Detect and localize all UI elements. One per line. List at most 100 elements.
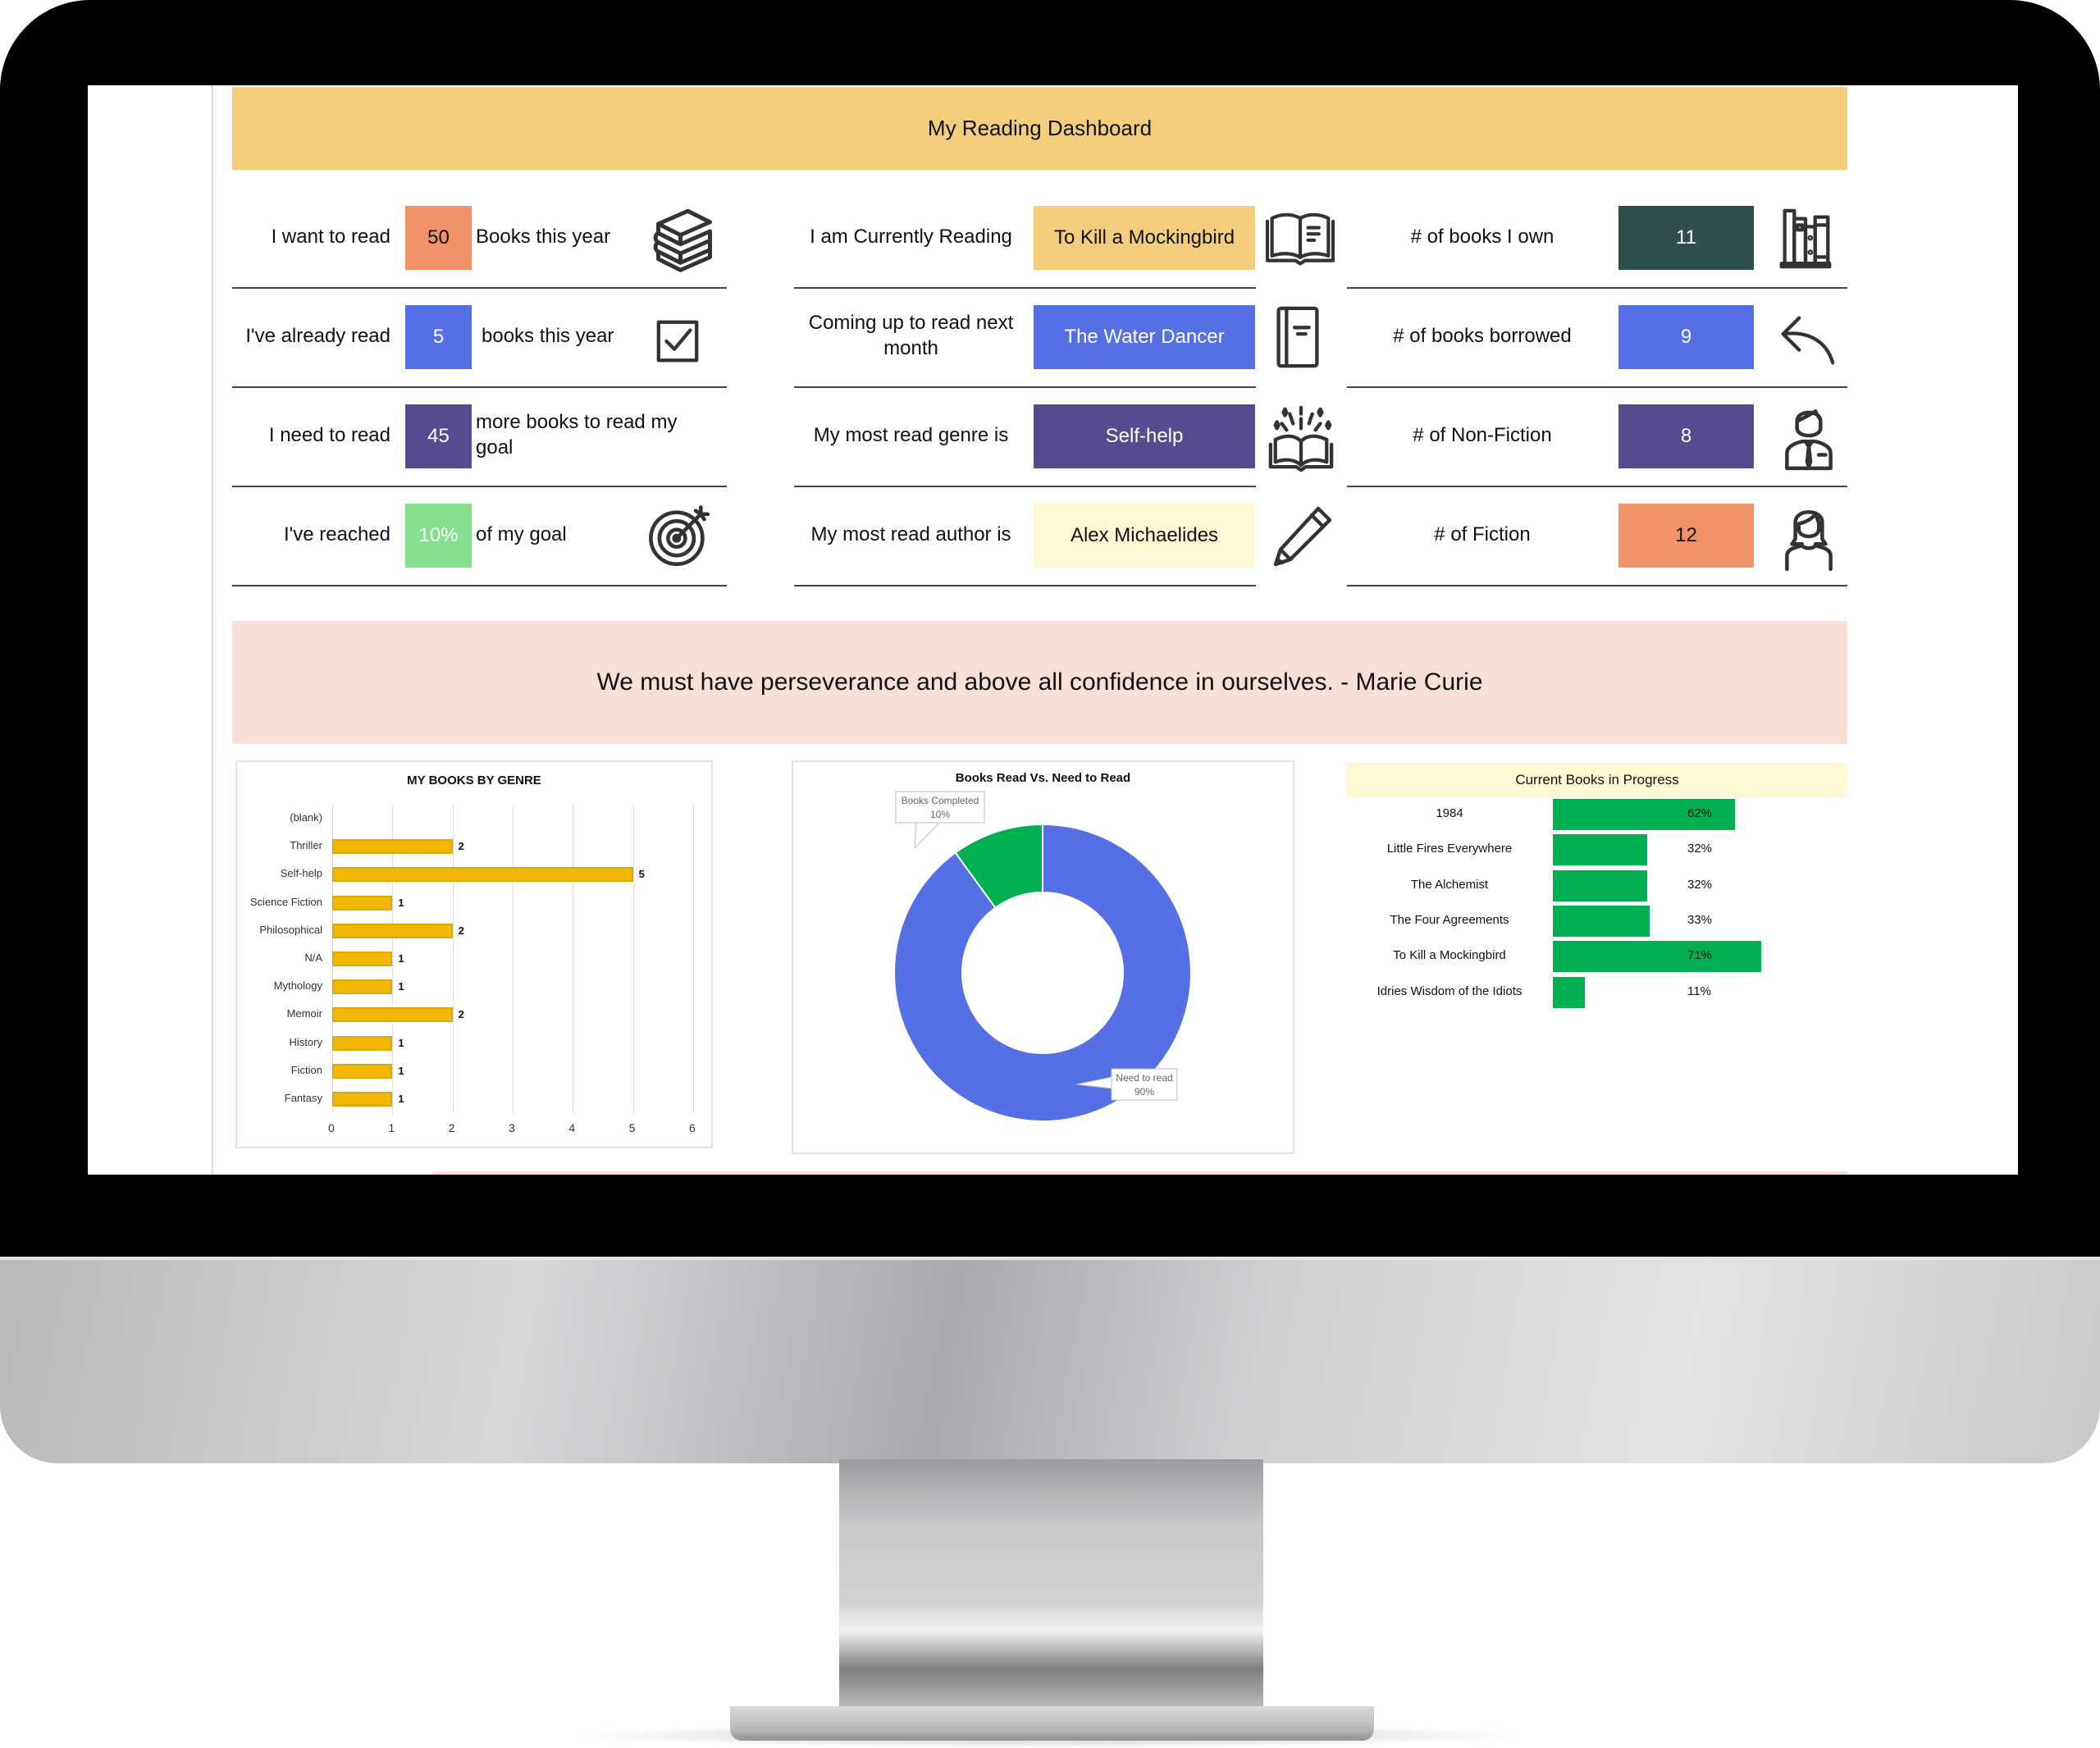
row-divider <box>1347 386 1847 388</box>
quote-text: We must have perseverance and above all … <box>596 669 1483 696</box>
row-divider <box>232 585 727 586</box>
top-author-value[interactable]: Alex Michaelides <box>1034 504 1255 568</box>
books-remaining-number: 45 <box>427 425 450 447</box>
progress-row: To Kill a Mockingbird 71% <box>1347 941 1847 973</box>
bar-value-label: 2 <box>458 840 464 853</box>
progress-row: The Alchemist 32% <box>1347 869 1847 901</box>
category-label: (blank) <box>290 811 322 824</box>
genre-bar[interactable] <box>332 1035 393 1051</box>
quote-banner: We must have perseverance and above all … <box>232 621 1847 744</box>
monitor-base <box>730 1706 1374 1741</box>
reading-label: My most read author is <box>810 523 1011 545</box>
dashboard-title-text: My Reading Dashboard <box>927 116 1153 140</box>
books-owned-value[interactable]: 11 <box>1618 206 1754 270</box>
genre-bar[interactable] <box>332 867 633 883</box>
monitor-chin <box>0 1257 2100 1463</box>
genre-bar[interactable] <box>332 952 393 966</box>
count-label: # of Non-Fiction <box>1413 424 1552 446</box>
bar-value-label: 1 <box>398 1092 404 1105</box>
book-title: To Kill a Mockingbird <box>1393 948 1506 963</box>
row-divider <box>232 287 727 289</box>
genre-bar[interactable] <box>332 923 453 938</box>
next-section-edge <box>432 1171 1847 1175</box>
slice-label: Need to read <box>1116 1072 1172 1084</box>
books-remaining-value[interactable]: 45 <box>405 404 472 468</box>
row-divider <box>1347 287 1847 289</box>
genre-bar[interactable] <box>332 1091 393 1107</box>
genre-bar-chart[interactable]: MY BOOKS BY GENRE 0 1 2 3 4 5 6 (blank) Thriller… <box>235 760 713 1148</box>
genre-bar[interactable] <box>332 1007 453 1023</box>
genre-bar[interactable] <box>332 895 393 911</box>
bar-value-label: 2 <box>458 1008 464 1021</box>
books-borrowed-number: 9 <box>1680 326 1692 348</box>
target-icon <box>644 500 713 569</box>
genre-bar[interactable] <box>332 839 453 855</box>
genre-plot-area: 0 1 2 3 4 5 6 (blank) Thriller 2 Self-help 5 Science… <box>237 762 711 1147</box>
x-tick-label: 4 <box>568 1121 576 1134</box>
progress-bar <box>1553 976 1586 1008</box>
books-read-value[interactable]: 5 <box>405 305 472 369</box>
goal-suffix: more books to read my goal <box>476 411 678 459</box>
count-label: # of books borrowed <box>1393 325 1572 347</box>
x-tick-label: 5 <box>628 1121 636 1134</box>
book-title: Little Fires Everywhere <box>1386 842 1513 856</box>
top-genre-value[interactable]: Self-help <box>1034 404 1255 468</box>
return-arrow-icon <box>1778 305 1837 369</box>
row-divider <box>794 386 1256 388</box>
progress-bar <box>1553 834 1647 866</box>
goal-progress-percent: 10% <box>418 524 459 546</box>
count-label: # of books I own <box>1410 226 1554 248</box>
gridline <box>513 805 514 1113</box>
books-read-donut-chart[interactable]: Books Read Vs. Need to Read Books Comple… <box>792 760 1294 1154</box>
goal-label: I need to read <box>268 424 390 446</box>
x-tick-label: 0 <box>328 1121 335 1134</box>
goal-target-value[interactable]: 50 <box>405 206 472 270</box>
sheet-gridline <box>212 85 213 1175</box>
category-label: Self-help <box>280 867 322 880</box>
category-label: Memoir <box>286 1007 322 1020</box>
row-divider <box>794 585 1256 586</box>
non-fiction-number: 8 <box>1680 425 1692 447</box>
next-book-title: The Water Dancer <box>1064 326 1225 348</box>
book-title: Idries Wisdom of the Idiots <box>1376 984 1522 998</box>
top-genre-text: Self-help <box>1105 425 1184 447</box>
gridline <box>452 805 454 1113</box>
woman-icon <box>1782 502 1836 573</box>
progress-bar <box>1553 869 1647 901</box>
book-title: The Four Agreements <box>1390 912 1509 927</box>
reading-label: Coming up to read next month <box>808 312 1014 360</box>
progress-percent: 33% <box>1687 912 1713 927</box>
category-label: N/A <box>304 952 322 964</box>
top-author-name: Alex Michaelides <box>1070 524 1219 546</box>
non-fiction-value[interactable]: 8 <box>1618 404 1754 468</box>
goal-target-number: 50 <box>427 226 450 249</box>
genre-bar[interactable] <box>332 979 393 995</box>
callout-pointer <box>914 822 941 850</box>
books-stack-icon <box>647 202 721 276</box>
goal-suffix: of my goal <box>476 523 567 545</box>
row-divider <box>232 386 727 388</box>
goal-label: I've reached <box>284 523 390 545</box>
monitor-stand <box>839 1459 1263 1722</box>
category-label: Mythology <box>273 979 322 993</box>
category-label: Science Fiction <box>249 895 322 908</box>
slice-percent: 90% <box>1134 1086 1154 1098</box>
goal-progress-value[interactable]: 10% <box>405 504 472 568</box>
bar-value-label: 1 <box>398 980 404 993</box>
progress-row: Little Fires Everywhere 32% <box>1347 834 1847 866</box>
bar-value-label: 1 <box>398 952 404 965</box>
bar-value-label: 1 <box>398 896 404 909</box>
current-book-value[interactable]: To Kill a Mockingbird <box>1034 206 1255 270</box>
fiction-value[interactable]: 12 <box>1618 504 1754 568</box>
genre-bar[interactable] <box>332 1063 393 1079</box>
magic-book-icon <box>1266 401 1336 472</box>
x-tick-label: 3 <box>509 1121 515 1134</box>
next-book-value[interactable]: The Water Dancer <box>1034 305 1255 369</box>
category-label: Philosophical <box>259 923 322 936</box>
books-owned-number: 11 <box>1676 226 1696 249</box>
row-divider <box>1347 486 1847 487</box>
progress-percent: 32% <box>1687 877 1713 892</box>
progress-percent: 32% <box>1687 842 1713 856</box>
goal-label: I want to read <box>271 226 390 248</box>
books-borrowed-value[interactable]: 9 <box>1618 305 1754 369</box>
